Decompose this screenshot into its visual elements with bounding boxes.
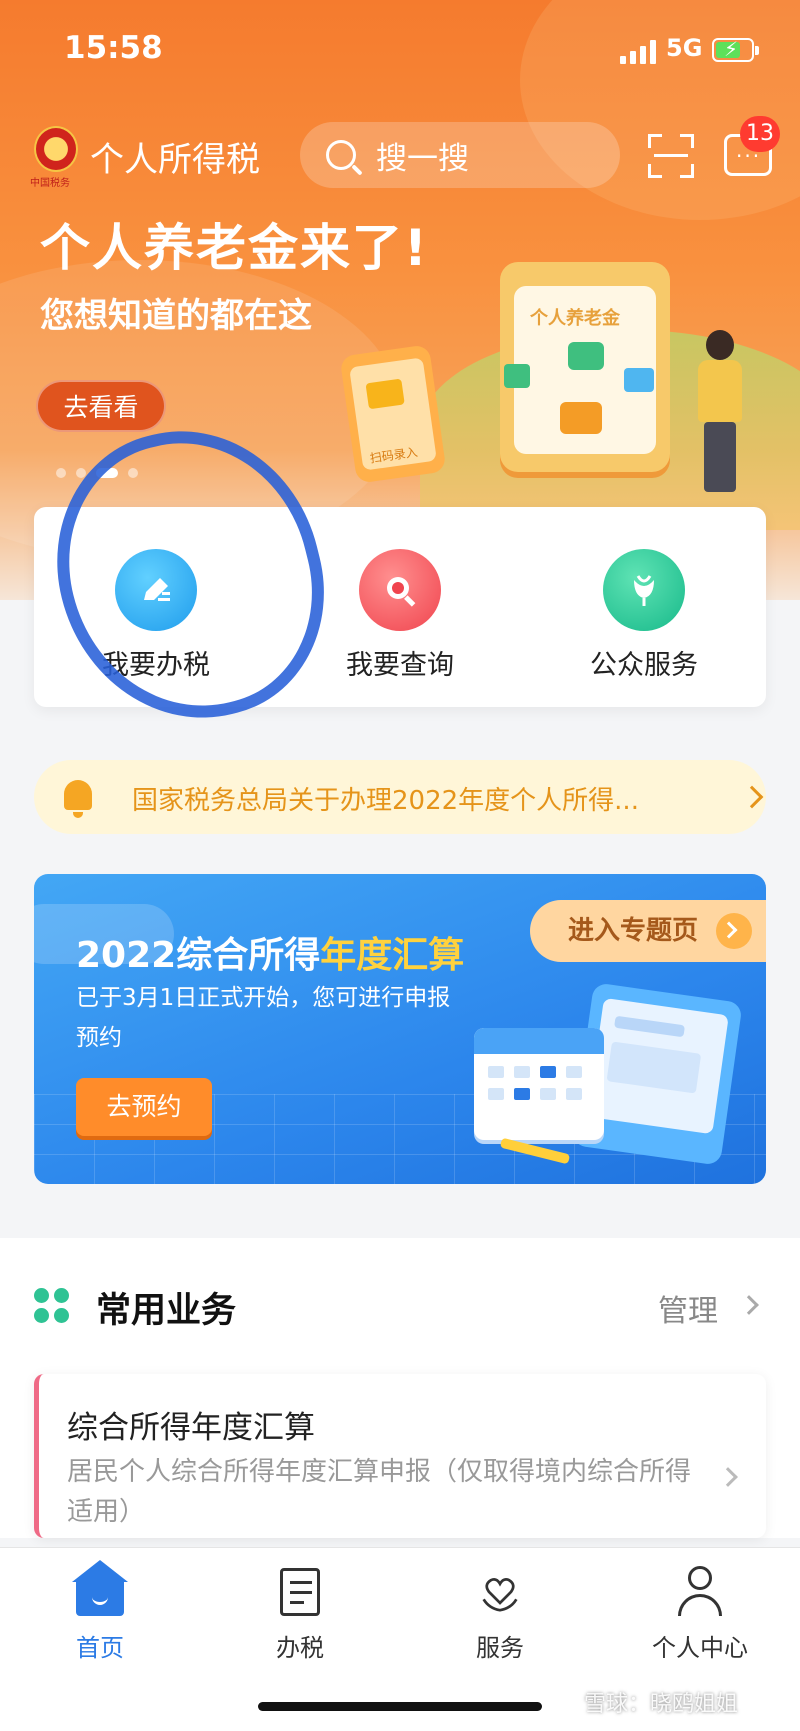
manage-link[interactable]: 管理: [658, 1286, 718, 1330]
promo-entry-label: 进入专题页: [568, 916, 699, 946]
pension-card-label: 个人养老金: [530, 308, 620, 329]
tab-label: 个人中心: [652, 1634, 748, 1662]
business-card[interactable]: 综合所得年度汇算 居民个人综合所得年度汇算申报（仅取得境内综合所得适用）: [34, 1374, 766, 1538]
status-time: 15:58: [64, 30, 163, 66]
chat-bubble-icon: [624, 368, 654, 392]
tab-service[interactable]: 服务: [440, 1566, 560, 1663]
battery-icon: ⚡: [712, 37, 759, 62]
search-icon: [326, 140, 356, 170]
promo-title-main: 2022综合所得: [76, 935, 321, 976]
app-title: 个人所得税: [90, 140, 260, 180]
promo-banner[interactable]: 2022综合所得年度汇算 已于3月1日正式开始，您可进行申报预约 去预约 进入专…: [34, 874, 766, 1184]
calendar-illustration: [474, 1028, 604, 1140]
message-badge: 13: [740, 116, 780, 152]
business-description: 居民个人综合所得年度汇算申报（仅取得境内综合所得适用）: [67, 1457, 692, 1527]
search-icon: [359, 549, 441, 631]
promo-reserve-button[interactable]: 去预约: [76, 1078, 212, 1136]
watermark-text: 雪球：晓鸥姐姐: [584, 1692, 739, 1717]
tab-label: 办税: [276, 1634, 324, 1662]
promo-entry-button[interactable]: 进入专题页: [530, 900, 766, 962]
emblem-text: 中国税务: [30, 178, 70, 189]
search-placeholder: 搜一搜: [376, 140, 469, 177]
common-business-section: 常用业务 管理 综合所得年度汇算 居民个人综合所得年度汇算申报（仅取得境内综合所…: [0, 1238, 800, 1538]
person-illustration: [690, 330, 750, 500]
phone-illustration: 扫码录入: [339, 344, 447, 484]
home-indicator[interactable]: [258, 1702, 542, 1711]
chat-bubble-icon: [504, 364, 530, 388]
section-title: 常用业务: [96, 1291, 237, 1331]
bell-icon: [64, 780, 92, 818]
heart-hands-icon: [474, 1566, 526, 1618]
tab-label: 首页: [76, 1634, 124, 1662]
tab-label: 服务: [476, 1634, 524, 1662]
banner-headline: 个人养老金来了!: [40, 219, 429, 277]
arrow-right-icon: [716, 913, 752, 949]
quick-action-public-service[interactable]: 公众服务: [522, 507, 766, 707]
status-bar: 15:58 5G ⚡: [0, 0, 800, 100]
tax-emblem-logo: [34, 126, 78, 172]
quick-action-label: 公众服务: [590, 650, 698, 681]
tab-tax[interactable]: 办税: [240, 1566, 360, 1663]
chevron-right-icon: [740, 785, 764, 809]
home-icon: [72, 1560, 128, 1618]
signal-icon: [620, 38, 656, 64]
grid-dots-icon: [34, 1288, 70, 1324]
business-title: 综合所得年度汇算: [67, 1410, 315, 1446]
tulip-icon: [603, 549, 685, 631]
top-bar: 中国税务 个人所得税 搜一搜 ··· 13: [0, 116, 800, 198]
search-bar[interactable]: 搜一搜: [300, 122, 620, 188]
document-edit-icon: [274, 1566, 326, 1618]
promo-title: 2022综合所得年度汇算: [76, 926, 464, 978]
banner-view-button[interactable]: 去看看: [36, 380, 166, 432]
promo-title-highlight: 年度汇算: [320, 935, 465, 976]
promo-description: 已于3月1日正式开始，您可进行申报预约: [76, 985, 451, 1051]
chevron-right-icon[interactable]: [739, 1295, 759, 1315]
notice-bar[interactable]: 国家税务总局关于办理2022年度个人所得...: [34, 760, 766, 834]
tab-home[interactable]: 首页: [40, 1560, 160, 1663]
chevron-right-icon: [718, 1467, 738, 1487]
tab-profile[interactable]: 个人中心: [640, 1566, 760, 1663]
banner-subheadline: 您想知道的都在这: [40, 296, 312, 336]
user-icon: [674, 1566, 726, 1618]
network-type: 5G: [666, 34, 703, 62]
scan-icon[interactable]: [648, 134, 694, 178]
quick-action-label: 我要查询: [346, 650, 454, 681]
notice-text: 国家税务总局关于办理2022年度个人所得...: [132, 786, 639, 816]
